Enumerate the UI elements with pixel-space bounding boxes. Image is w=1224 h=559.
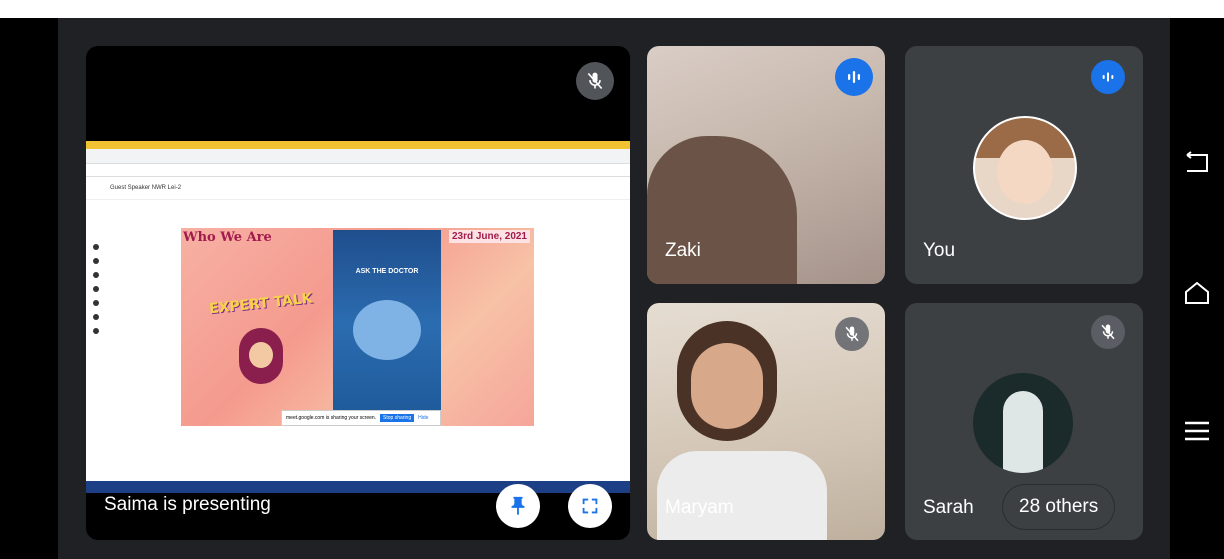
- maryam-mic-off-icon: [835, 317, 869, 351]
- participant-tile-sarah[interactable]: Sarah 28 others: [905, 303, 1143, 540]
- share-notice-bar: meet.google.com is sharing your screen. …: [281, 410, 441, 426]
- presenter-mic-off-icon: [576, 62, 614, 100]
- doctor-poster: ASK THE DOCTOR: [333, 230, 441, 416]
- menu-icon: [1185, 421, 1209, 441]
- you-avatar: [973, 116, 1077, 220]
- participant-name: You: [923, 240, 956, 261]
- fullscreen-icon: [582, 498, 598, 514]
- system-nav-bar: [1170, 18, 1224, 559]
- pin-icon: [511, 496, 525, 516]
- windows-taskbar: [86, 481, 630, 493]
- back-icon: [1186, 151, 1208, 172]
- home-icon: [1185, 281, 1209, 304]
- shared-screen: Guest Speaker NWR Lei-2 Who We Are 23rd …: [86, 141, 630, 493]
- participant-name: Zaki: [665, 240, 701, 261]
- jamboard-header: Guest Speaker NWR Lei-2: [86, 177, 630, 200]
- browser-toolbar: [86, 149, 630, 164]
- zaki-speaking-icon: [835, 58, 873, 96]
- jamboard-toolbar: [90, 236, 102, 396]
- back-button[interactable]: [1182, 148, 1212, 178]
- poster-heading: ASK THE DOCTOR: [355, 268, 419, 275]
- shared-slide: Who We Are 23rd June, 2021 EXPERT TALK A…: [181, 228, 534, 426]
- cartoon-avatar: [239, 328, 283, 384]
- sarah-mic-off-icon: [1091, 315, 1125, 349]
- stop-sharing-button[interactable]: Stop sharing: [380, 414, 415, 422]
- participant-name: Maryam: [665, 497, 734, 518]
- pin-button[interactable]: [496, 484, 540, 528]
- fullscreen-button[interactable]: [568, 484, 612, 528]
- left-black-bar: [0, 18, 58, 559]
- sarah-avatar: [973, 373, 1073, 473]
- share-notice: meet.google.com is sharing your screen.: [286, 415, 377, 421]
- participant-tile-zaki[interactable]: Zaki: [647, 46, 885, 284]
- participant-tile-maryam[interactable]: Maryam: [647, 303, 885, 540]
- hide-button[interactable]: Hide: [418, 415, 428, 421]
- browser-bookmarks: [86, 164, 630, 177]
- participant-tile-you[interactable]: You: [905, 46, 1143, 284]
- expert-talk-art: EXPERT TALK: [208, 290, 314, 318]
- presenting-label: Saima is presenting: [104, 494, 271, 515]
- others-count-button[interactable]: 28 others: [1003, 485, 1115, 529]
- slide-date: 23rd June, 2021: [448, 230, 530, 243]
- menu-button[interactable]: [1182, 416, 1212, 446]
- home-button[interactable]: [1182, 278, 1212, 308]
- browser-tab-strip: [86, 141, 630, 149]
- participant-name: Sarah: [923, 497, 974, 518]
- you-speaking-icon: [1091, 60, 1125, 94]
- presentation-tile[interactable]: Guest Speaker NWR Lei-2 Who We Are 23rd …: [86, 46, 630, 540]
- slide-title: Who We Are: [183, 230, 272, 245]
